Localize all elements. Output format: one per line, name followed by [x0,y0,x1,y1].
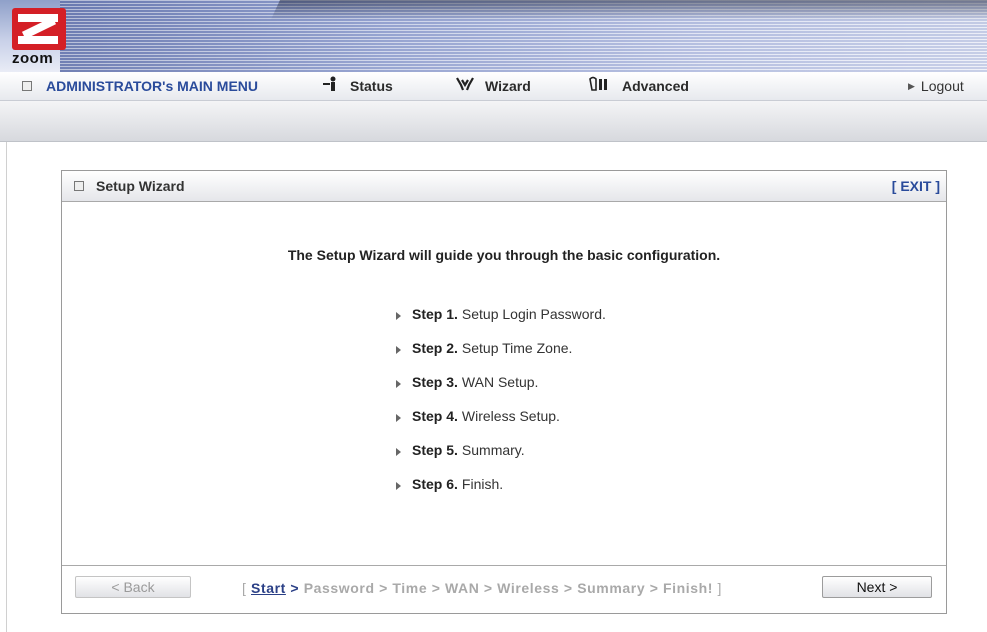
breadcrumb-remaining: Password > Time > WAN > Wireless > Summa… [303,580,714,596]
header-banner: zoom [0,0,987,72]
admin-main-menu-label: ADMINISTRATOR's MAIN MENU [46,78,259,94]
step-text: Setup Time Zone. [461,340,573,356]
admin-main-menu-link[interactable]: ADMINISTRATOR's MAIN MENU [22,72,258,100]
logout-label: Logout [920,78,964,94]
menu-status[interactable]: Status [322,72,393,100]
step-number: Step 6. [412,476,458,492]
square-bullet-icon [22,81,32,91]
next-button[interactable]: Next > [822,576,932,598]
zoom-logo: zoom [8,4,74,70]
step-item: Step 2. Setup Time Zone. [396,331,606,365]
wizard-hands-icon [455,76,475,97]
arrow-right-icon [396,345,401,354]
menu-advanced[interactable]: Advanced [588,72,689,100]
arrow-right-icon [396,447,401,456]
toolbar-strip [0,101,987,142]
panel-title: Setup Wizard [74,178,185,194]
breadcrumb-open-bracket: [ [242,580,247,596]
main-menu-bar: ADMINISTRATOR's MAIN MENU Status Wizard … [0,72,987,101]
logout-link[interactable]: ▶ Logout [908,72,964,100]
step-text: Finish. [461,476,504,492]
menu-status-label: Status [350,78,393,94]
person-icon [322,76,340,97]
zoom-logo-text: zoom [12,50,54,67]
back-button[interactable]: < Back [75,576,191,598]
step-number: Step 3. [412,374,458,390]
wizard-intro-text: The Setup Wizard will guide you through … [287,247,721,263]
advanced-settings-icon [588,76,612,97]
banner-shadow [270,0,987,20]
step-number: Step 1. [412,306,458,322]
step-number: Step 4. [412,408,458,424]
breadcrumb-start[interactable]: Start [251,580,286,596]
breadcrumb-separator: > [290,580,300,596]
step-item: Step 3. WAN Setup. [396,365,606,399]
step-text: WAN Setup. [461,374,539,390]
menu-wizard-label: Wizard [485,78,531,94]
arrow-right-icon [396,413,401,422]
step-text: Summary. [461,442,525,458]
breadcrumb-close-bracket: ] [717,580,723,596]
panel-title-text: Setup Wizard [96,178,185,194]
step-text: Wireless Setup. [461,408,560,424]
step-item: Step 5. Summary. [396,433,606,467]
menu-advanced-label: Advanced [622,78,689,94]
step-item: Step 1. Setup Login Password. [396,297,606,331]
wizard-breadcrumb: [ Start > Password > Time > WAN > Wirele… [242,580,722,596]
zoom-logo-mark [12,8,66,50]
panel-header: Setup Wizard [ EXIT ] [62,171,946,202]
step-text: Setup Login Password. [461,306,606,322]
steps-list: Step 1. Setup Login Password. Step 2. Se… [396,297,606,501]
left-divider [6,142,7,632]
step-number: Step 2. [412,340,458,356]
setup-wizard-panel: Setup Wizard [ EXIT ] The Setup Wizard w… [61,170,947,614]
step-number: Step 5. [412,442,458,458]
arrow-right-icon [396,311,401,320]
arrow-right-icon [396,379,401,388]
menu-wizard[interactable]: Wizard [455,72,531,100]
square-bullet-icon [74,181,84,191]
step-item: Step 4. Wireless Setup. [396,399,606,433]
caret-right-icon: ▶ [908,80,915,91]
panel-footer: < Back [ Start > Password > Time > WAN >… [62,565,946,614]
arrow-right-icon [396,481,401,490]
exit-link[interactable]: [ EXIT ] [892,178,940,194]
step-item: Step 6. Finish. [396,467,606,501]
